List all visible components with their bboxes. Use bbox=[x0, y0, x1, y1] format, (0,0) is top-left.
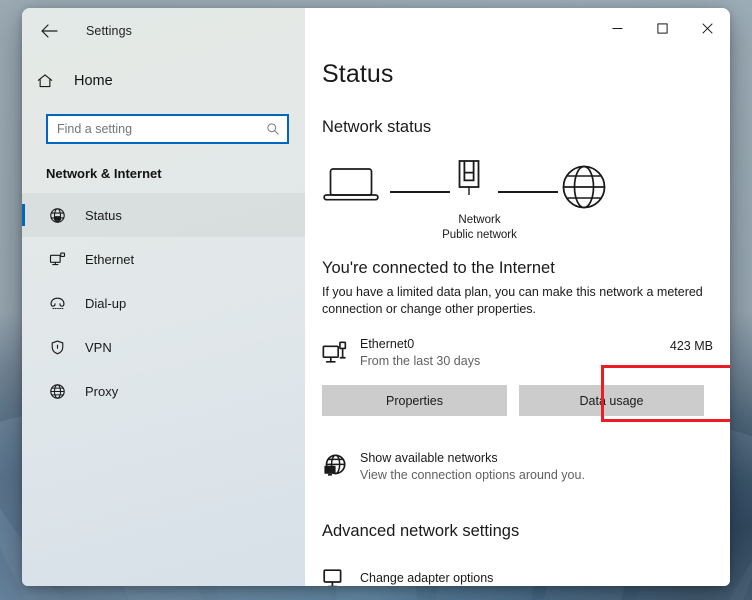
maximize-button[interactable] bbox=[640, 8, 685, 48]
ethernet-monitor-icon bbox=[46, 251, 68, 268]
desktop-background: Settings Home Networ bbox=[0, 0, 752, 600]
diagram-link-right bbox=[498, 191, 558, 193]
window-controls bbox=[595, 8, 730, 48]
sidebar-item-home-label: Home bbox=[74, 73, 113, 89]
diagram-caption-line1: Network bbox=[392, 213, 567, 228]
sidebar-item-status[interactable]: Status bbox=[22, 193, 305, 237]
adapter-texts: Ethernet0 From the last 30 days bbox=[360, 337, 670, 368]
close-button[interactable] bbox=[685, 8, 730, 48]
change-adapter-options-label: Change adapter options bbox=[360, 571, 493, 585]
settings-window: Settings Home Networ bbox=[22, 8, 730, 586]
show-networks-title: Show available networks bbox=[360, 451, 585, 465]
close-icon bbox=[702, 23, 713, 34]
minimize-button[interactable] bbox=[595, 8, 640, 48]
home-icon bbox=[36, 72, 66, 90]
search-box[interactable] bbox=[46, 114, 289, 144]
maximize-icon bbox=[657, 23, 668, 34]
minimize-icon bbox=[612, 23, 623, 34]
show-networks-subtitle: View the connection options around you. bbox=[360, 468, 585, 482]
connected-description: If you have a limited data plan, you can… bbox=[322, 284, 712, 318]
diagram-link-left bbox=[390, 191, 450, 193]
sidebar-item-ethernet[interactable]: Ethernet bbox=[22, 237, 305, 281]
adapter-summary-row: Ethernet0 From the last 30 days 423 MB bbox=[322, 337, 713, 372]
sidebar: Settings Home Networ bbox=[22, 8, 305, 586]
diagram-caption: Network Public network bbox=[392, 213, 567, 243]
show-networks-texts: Show available networks View the connect… bbox=[360, 451, 585, 482]
diagram-caption-line2: Public network bbox=[392, 228, 567, 243]
globe-monitor-icon bbox=[322, 451, 360, 484]
sidebar-item-proxy[interactable]: Proxy bbox=[22, 369, 305, 413]
main-content: Status Network status bbox=[305, 8, 730, 586]
window-titlebar-left: Settings bbox=[22, 8, 305, 54]
page-title: Status bbox=[322, 60, 730, 89]
advanced-network-settings-heading: Advanced network settings bbox=[322, 522, 730, 541]
adapter-data-usage-value: 423 MB bbox=[670, 337, 713, 353]
main-scroll-area: Status Network status bbox=[305, 8, 730, 586]
network-status-heading: Network status bbox=[322, 118, 730, 137]
app-title: Settings bbox=[86, 24, 132, 38]
globe-icon bbox=[46, 383, 68, 400]
globe-network-icon bbox=[46, 207, 68, 224]
sidebar-item-ethernet-label: Ethernet bbox=[85, 252, 134, 267]
sidebar-item-proxy-label: Proxy bbox=[85, 384, 118, 399]
sidebar-item-vpn-label: VPN bbox=[85, 340, 112, 355]
sidebar-item-home[interactable]: Home bbox=[22, 64, 305, 98]
network-diagram: Network Public network bbox=[322, 153, 614, 243]
network-hub-icon bbox=[454, 159, 484, 206]
change-adapter-options-link[interactable]: Change adapter options bbox=[322, 566, 730, 586]
properties-button[interactable]: Properties bbox=[322, 385, 507, 416]
data-usage-button[interactable]: Data usage bbox=[519, 385, 704, 416]
dialup-phone-icon bbox=[46, 295, 68, 312]
sidebar-item-status-label: Status bbox=[85, 208, 122, 223]
ethernet-monitor-icon bbox=[322, 337, 360, 372]
sidebar-item-dial-up-label: Dial-up bbox=[85, 296, 126, 311]
sidebar-section-title: Network & Internet bbox=[46, 166, 305, 181]
action-button-row: Properties Data usage bbox=[322, 385, 730, 416]
monitor-icon bbox=[322, 566, 360, 586]
laptop-icon bbox=[322, 163, 380, 214]
adapter-name: Ethernet0 bbox=[360, 337, 670, 351]
shield-icon bbox=[46, 339, 68, 356]
search-input[interactable] bbox=[57, 122, 262, 136]
back-arrow-icon bbox=[41, 24, 58, 38]
sidebar-nav-list: Status Ethernet bbox=[22, 193, 305, 413]
connected-heading: You're connected to the Internet bbox=[322, 259, 730, 278]
show-available-networks-link[interactable]: Show available networks View the connect… bbox=[322, 451, 713, 484]
back-button[interactable] bbox=[32, 16, 66, 46]
globe-icon bbox=[560, 163, 608, 216]
sidebar-item-vpn[interactable]: VPN bbox=[22, 325, 305, 369]
search-icon[interactable] bbox=[266, 122, 280, 136]
adapter-subtitle: From the last 30 days bbox=[360, 354, 670, 368]
sidebar-item-dial-up[interactable]: Dial-up bbox=[22, 281, 305, 325]
